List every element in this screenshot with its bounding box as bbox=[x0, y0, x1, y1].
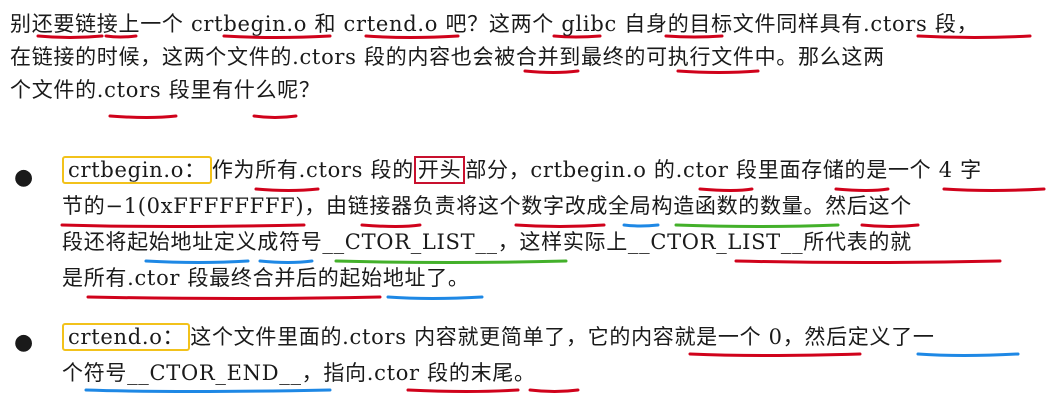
item-line: 段还将起始地址定义成符号__CTOR_LIST__，这样实际上__CTOR_LI… bbox=[62, 230, 912, 254]
item-line: 节的−1(0xFFFFFFFF)，由链接器负责将这个数字改成全局构造函数的数量。… bbox=[62, 194, 912, 218]
list-item-crtend: crtend.o： 这个文件里面的.ctors 内容就更简单了，它的内容就是一个 … bbox=[62, 321, 1056, 393]
intro-line-2: 在链接的时候，这两个文件的.ctors 段的内容也会被合并到最终的可执行文件中。… bbox=[10, 45, 885, 69]
item-line: crtend.o： 这个文件里面的.ctors 内容就更简单了，它的内容就是一个 … bbox=[62, 321, 1056, 357]
term-crtbegin: crtbegin.o： bbox=[62, 156, 212, 184]
item-text: 这个文件里面的.ctors 内容就更简单了，它的内容就是一个 0，然后定义了一 bbox=[190, 325, 935, 349]
item-line: 个符号__CTOR_END__，指向.ctor 段的末尾。 bbox=[62, 361, 536, 385]
item-text: 作为所有.ctors 段的 bbox=[211, 158, 414, 182]
book-page: 别还要链接上一个 crtbegin.o 和 crtend.o 吧？这两个 gli… bbox=[0, 0, 1064, 402]
boxed-word: 开头 bbox=[413, 156, 466, 184]
intro-line-1: 别还要链接上一个 crtbegin.o 和 crtend.o 吧？这两个 gli… bbox=[10, 12, 979, 36]
intro-paragraph: 别还要链接上一个 crtbegin.o 和 crtend.o 吧？这两个 gli… bbox=[10, 8, 1056, 107]
bullet-dot: ● bbox=[14, 165, 34, 190]
item-line: 是所有.ctor 段最终合并后的起始地址了。 bbox=[62, 266, 470, 290]
item-text: 部分，crtbegin.o 的.ctor 段里面存储的是一个 4 字 bbox=[465, 158, 982, 182]
list-item-crtbegin: crtbegin.o： 作为所有.ctors 段的 开头 部分，crtbegin.o … bbox=[62, 154, 1056, 298]
bullet-dot: ● bbox=[14, 330, 34, 355]
term-crtend: crtend.o： bbox=[62, 323, 191, 351]
intro-line-3: 个文件的.ctors 段里有什么呢？ bbox=[10, 78, 321, 102]
item-line: crtbegin.o： 作为所有.ctors 段的 开头 部分，crtbegin.o … bbox=[62, 154, 1056, 190]
